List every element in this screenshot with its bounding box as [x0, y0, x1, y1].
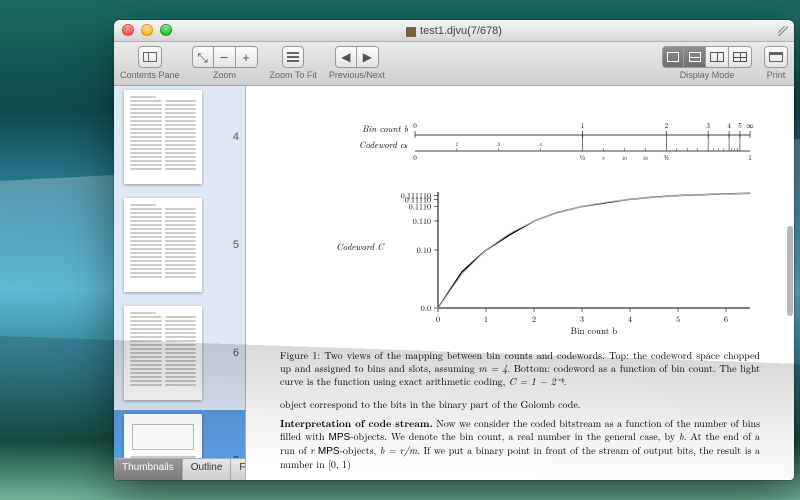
display-mode-label: Display Mode	[680, 70, 735, 80]
zoom-in-button[interactable]: +	[236, 46, 258, 68]
next-icon: ▶	[363, 51, 372, 63]
display-single-cont-button[interactable]	[684, 46, 706, 68]
display-single-button[interactable]	[662, 46, 684, 68]
document-view[interactable]: Bin count bCodeword cₖ012345∞0½¾12348101…	[246, 86, 794, 480]
page-number: 4	[233, 131, 239, 143]
close-button[interactable]	[122, 24, 134, 36]
toolbar: Contents Pane ⤡ − + Zoom Zoom To Fit ◀ ▶…	[114, 42, 794, 86]
scrollbar-thumb[interactable]	[787, 226, 793, 316]
tab-outline[interactable]: Outline	[183, 459, 232, 480]
page-number: 5	[233, 239, 239, 251]
thumbnail-row[interactable]: 4	[114, 86, 245, 194]
display-two-button[interactable]	[706, 46, 729, 68]
zoom-to-fit-label: Zoom To Fit	[270, 70, 317, 80]
single-cont-icon	[689, 52, 701, 62]
svg-text:5: 5	[676, 314, 680, 325]
thumbnail-page	[124, 414, 202, 458]
shrink-icon: ⤡	[197, 51, 207, 64]
svg-text:0.0: 0.0	[421, 303, 431, 314]
svg-text:2: 2	[665, 121, 669, 131]
minus-icon: −	[220, 50, 228, 64]
svg-text:2: 2	[532, 314, 536, 325]
fit-icon	[287, 52, 299, 62]
svg-text:1: 1	[484, 314, 488, 325]
thumbnail-page	[124, 198, 202, 292]
svg-text:0: 0	[413, 153, 417, 163]
two-page-icon	[710, 52, 724, 62]
zoom-out-button[interactable]: −	[214, 46, 236, 68]
contents-pane-button[interactable]	[138, 46, 162, 68]
thumbnail-page	[124, 90, 202, 184]
single-page-icon	[667, 52, 679, 62]
svg-text:Codeword cₖ: Codeword cₖ	[359, 138, 408, 151]
svg-text:3: 3	[706, 121, 710, 131]
svg-text:4: 4	[539, 141, 542, 148]
zoom-label: Zoom	[213, 70, 236, 80]
thumbnail-row[interactable]: 7	[114, 410, 245, 458]
svg-text:0: 0	[436, 314, 440, 325]
prevnext-label: Previous/Next	[329, 70, 385, 80]
svg-text:4: 4	[628, 314, 632, 325]
plus-icon: +	[242, 51, 250, 64]
svg-text:5: 5	[738, 121, 742, 131]
svg-text:∞: ∞	[747, 121, 754, 131]
svg-text:0.111110: 0.111110	[401, 191, 431, 202]
svg-text:3: 3	[497, 141, 500, 148]
minimize-button[interactable]	[141, 24, 153, 36]
body-para-2: Interpretation of code stream. Now we co…	[280, 417, 760, 471]
print-button[interactable]	[764, 46, 788, 68]
svg-text:¾: ¾	[663, 153, 669, 163]
zoom-actual-button[interactable]: ⤡	[192, 46, 214, 68]
resize-grip-icon	[778, 26, 788, 36]
sidebar-icon	[143, 52, 157, 62]
print-icon	[769, 52, 783, 62]
svg-text:½: ½	[580, 153, 586, 163]
svg-text:1: 1	[748, 153, 752, 163]
prev-page-button[interactable]: ◀	[335, 46, 357, 68]
svg-text:6: 6	[724, 314, 728, 325]
next-page-button[interactable]: ▶	[357, 46, 379, 68]
thumbnail-row[interactable]: 5	[114, 194, 245, 302]
thumbnail-row[interactable]: 6	[114, 302, 245, 410]
thumbnail-list[interactable]: 45678	[114, 86, 245, 458]
svg-text:10: 10	[622, 155, 628, 162]
svg-text:Bin count b: Bin count b	[571, 324, 618, 337]
svg-text:1: 1	[581, 121, 585, 131]
svg-text:0.110: 0.110	[413, 216, 431, 227]
display-two-cont-button[interactable]	[729, 46, 752, 68]
two-cont-icon	[733, 52, 747, 62]
page-number: 6	[233, 347, 239, 359]
figure-1: Bin count bCodeword cₖ012345∞0½¾12348101…	[320, 120, 760, 343]
svg-text:4: 4	[727, 121, 731, 131]
titlebar[interactable]: test1.djvu(7/678)	[114, 20, 794, 42]
thumbnail-page	[124, 306, 202, 400]
svg-text:2: 2	[456, 141, 459, 148]
svg-text:Bin count b: Bin count b	[362, 122, 409, 135]
body-para-1: object correspond to the bits in the bin…	[280, 398, 760, 411]
svg-text:16: 16	[643, 155, 649, 162]
svg-text:0: 0	[413, 121, 417, 131]
sidebar: 45678 Thumbnails Outline Find	[114, 86, 246, 480]
contents-pane-label: Contents Pane	[120, 70, 180, 80]
chart: Bin count bCodeword cₖ012345∞0½¾12348101…	[320, 120, 760, 340]
print-label: Print	[767, 70, 786, 80]
zoom-to-fit-button[interactable]	[282, 46, 304, 68]
figure-caption: Figure 1: Two views of the mapping betwe…	[280, 349, 760, 388]
zoom-button[interactable]	[160, 24, 172, 36]
svg-text:0.10: 0.10	[417, 245, 431, 256]
tab-thumbnails[interactable]: Thumbnails	[114, 459, 183, 480]
app-window: test1.djvu(7/678) Contents Pane ⤡ − + Zo…	[114, 20, 794, 480]
svg-text:8: 8	[602, 155, 605, 162]
window-title: test1.djvu(7/678)	[406, 25, 502, 37]
svg-text:Codeword C: Codeword C	[336, 240, 385, 253]
sidebar-tabbar: Thumbnails Outline Find	[114, 458, 245, 480]
prev-icon: ◀	[341, 51, 350, 63]
